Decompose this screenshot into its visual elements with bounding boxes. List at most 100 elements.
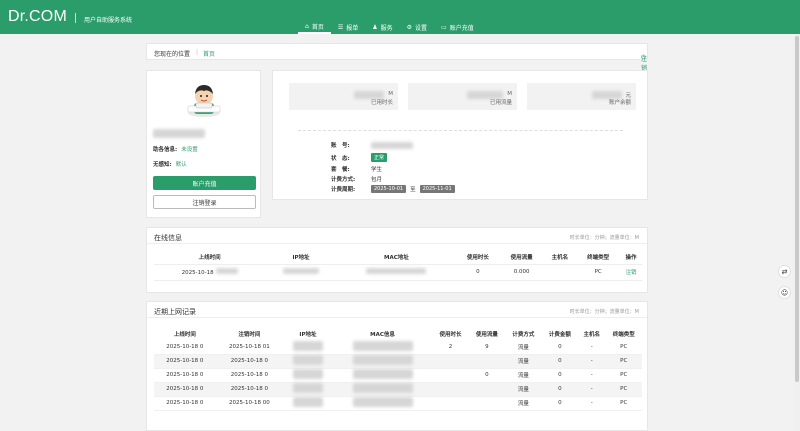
cell-mac	[332, 396, 433, 411]
unit-note: 时长单位：分钟；流量单位：M	[569, 309, 639, 315]
notice-value-link[interactable]: 默认	[176, 162, 187, 168]
nav-orders[interactable]: ☰ 报单	[331, 20, 365, 34]
cell-on: 2025-10-18 0	[154, 368, 216, 383]
table-row: 2025-10-18 0 2025-10-18 01 2 9 流量 0 - PC	[154, 340, 642, 355]
section-title: 近期上网记录	[154, 308, 196, 316]
info-account: 账 号:	[331, 141, 413, 149]
home-icon: ⌂	[305, 22, 309, 30]
logout-session-link[interactable]: 注销	[626, 270, 637, 276]
nav-service[interactable]: ♟ 服务	[365, 20, 399, 34]
redacted	[292, 355, 323, 365]
col-header: 使用流量	[510, 255, 533, 262]
cell-host	[543, 263, 577, 281]
redacted	[352, 369, 413, 379]
notice-label: 无感知:	[153, 162, 172, 168]
cell-mode: 流量	[505, 354, 542, 369]
table-row: 2025-10-18 0 2025-10-18 0 流量 0 - PC	[154, 354, 642, 369]
bind-label: 助各信息:	[153, 147, 178, 153]
breadcrumb-sep: |	[196, 49, 199, 56]
info-key: 计费周期:	[331, 187, 356, 193]
stat-unit: M	[388, 91, 393, 97]
scrollbar-thumb[interactable]	[795, 36, 799, 382]
nav-label: 账户充值	[449, 24, 474, 32]
nav-home[interactable]: ⌂ 首页	[298, 20, 331, 34]
bind-value-link[interactable]: 未设置	[181, 147, 198, 153]
col-header: IP地址	[292, 255, 310, 262]
nav-label: 首页	[311, 23, 324, 31]
info-period: 计费周期: 2025-10-01 至 2025-11-01	[331, 185, 455, 193]
table-header-row: 上线时间 IP地址 MAC地址 使用时长 使用流量 主机名 终端类型 操作	[154, 251, 642, 264]
info-value: 包月	[371, 177, 383, 183]
cell-duration: 0	[455, 263, 500, 281]
cell-host: -	[578, 368, 606, 383]
recharge-button[interactable]: 账户充值	[153, 176, 256, 190]
cell-on: 2025-10-18 0	[154, 340, 216, 355]
redacted	[352, 383, 413, 393]
col-header: 主机名	[583, 331, 601, 338]
stat-label: 已用时长	[370, 100, 393, 106]
cell-ip	[283, 354, 333, 369]
period-start-badge: 2025-10-01	[371, 185, 407, 193]
stat-label: 账户余额	[608, 100, 631, 106]
nav-settings[interactable]: ⚙ 设置	[400, 20, 434, 34]
top-header: Dr.COM 用户自助服务系统 ⌂ 首页 ☰ 报单 ♟ 服务 ⚙ 设置 ▭ 账户…	[0, 0, 800, 34]
cell-fee: 0	[541, 368, 579, 383]
cell-host: -	[578, 382, 606, 397]
cell-terminal: PC	[605, 368, 642, 383]
cell-fee: 0	[541, 396, 579, 411]
logout-button[interactable]: 注销登录	[153, 195, 256, 209]
nav-label: 服务	[380, 24, 393, 32]
col-header: 计费金额	[548, 331, 571, 338]
redacted	[292, 340, 323, 351]
cell-action: 注销	[620, 263, 642, 281]
cell-ip	[283, 340, 333, 355]
cell-mac	[336, 263, 456, 281]
cell-mode: 流量	[505, 368, 542, 383]
nav-label: 报单	[346, 24, 359, 32]
col-header: MAC信息	[370, 331, 395, 338]
col-header: 上线时间	[198, 255, 221, 262]
recent-records-panel: 近期上网记录 时长单位：分钟；流量单位：M 上线时间 注销时间 IP地址 MAC…	[146, 301, 648, 431]
cell-off: 2025-10-18 0	[215, 382, 284, 397]
col-header: 使用时长	[439, 331, 462, 338]
col-header: MAC地址	[383, 255, 409, 262]
cell-fee: 0	[541, 340, 579, 355]
col-header: 计费方式	[512, 331, 535, 338]
cell-terminal: PC	[605, 396, 642, 411]
assistant-icon: ☺	[780, 288, 789, 297]
bind-info: 助各信息: 未设置	[153, 145, 198, 153]
redacted	[352, 397, 413, 407]
gear-icon: ⚙	[406, 23, 413, 31]
cell-on: 2025-10-18 0	[154, 396, 216, 411]
breadcrumb-home-link[interactable]: 首页	[203, 49, 215, 58]
divider	[298, 130, 623, 131]
cell-ip	[283, 382, 333, 397]
status-badge: 正常	[371, 153, 388, 162]
cell-flow: 9	[468, 340, 506, 355]
table-row: 2025-10-18 0 2025-10-18 00 流量 0 - PC	[154, 396, 642, 411]
assistant-fab[interactable]: ☺	[778, 286, 791, 299]
cell-mac	[332, 382, 433, 397]
cell-flow: 0.000	[499, 263, 544, 281]
redacted	[366, 268, 427, 274]
col-header: 上线时间	[173, 331, 196, 338]
username-redacted	[153, 129, 205, 138]
cell-duration	[432, 368, 469, 383]
cell-mac	[332, 368, 433, 383]
recent-table: 上线时间 注销时间 IP地址 MAC信息 使用时长 使用流量 计费方式 计费金额…	[154, 327, 642, 411]
list-icon: ☰	[337, 23, 344, 31]
info-status: 状 态: 正常	[331, 153, 388, 162]
stat-balance: 元 账户余额	[527, 83, 636, 110]
col-header: 使用流量	[475, 331, 498, 338]
cell-off: 2025-10-18 01	[215, 340, 284, 355]
share-fab[interactable]: ⇄	[778, 265, 791, 278]
cell-mode: 流量	[505, 340, 542, 355]
cell-time: 2025-10-18	[154, 263, 266, 281]
section-header: 在线信息 时长单位：分钟；流量单位：M	[147, 228, 647, 244]
cell-fee: 0	[541, 354, 579, 369]
brand-logo: Dr.COM	[8, 8, 67, 25]
info-billing: 计费方式: 包月	[331, 175, 382, 183]
card-icon: ▭	[441, 23, 447, 31]
nav-recharge[interactable]: ▭ 账户充值	[434, 20, 481, 34]
cell-mode: 流量	[505, 396, 542, 411]
